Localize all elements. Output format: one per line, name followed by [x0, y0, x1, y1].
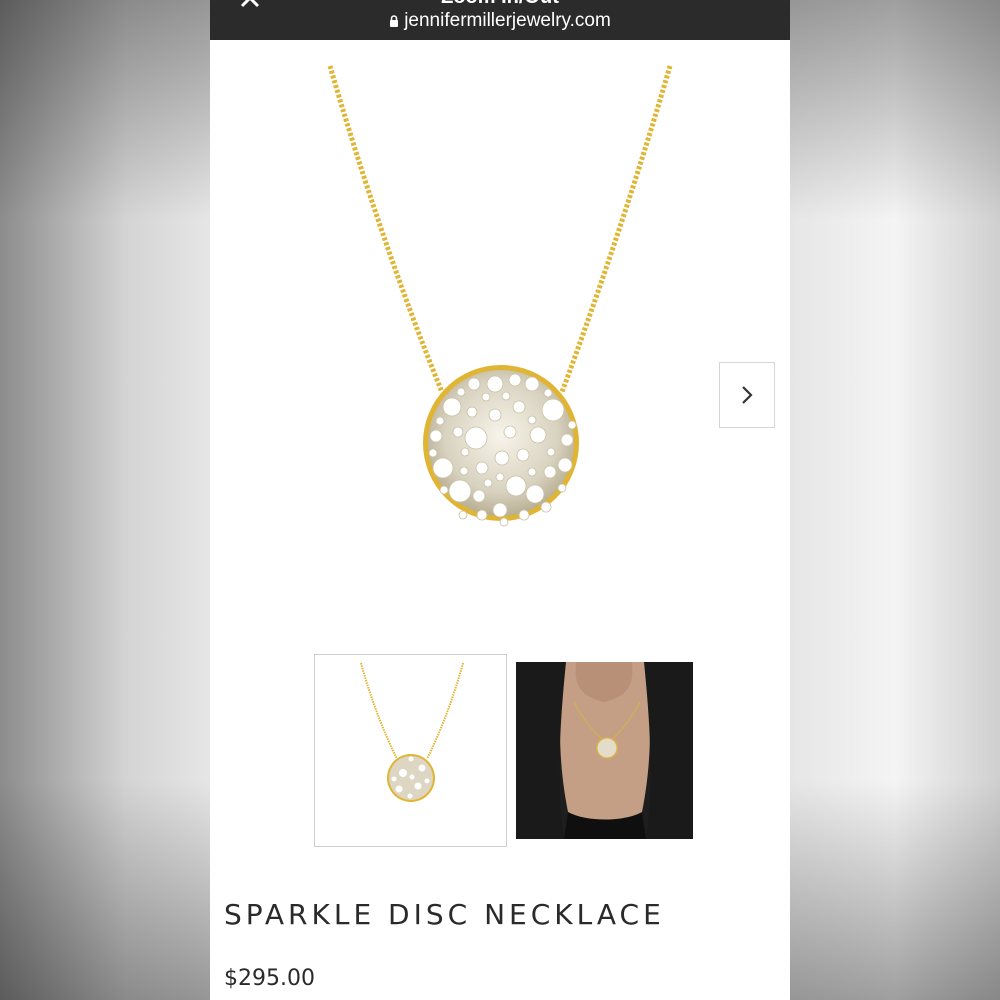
product-main-image[interactable]: [210, 40, 790, 640]
thumbnail-product[interactable]: [314, 654, 507, 847]
url-text: jennifermillerjewelry.com: [404, 10, 611, 31]
chain-right: [559, 65, 673, 393]
pendant-disc: [423, 365, 579, 527]
thumbnail-worn-on-model[interactable]: [516, 662, 693, 839]
phone-screen: Zoom In/Out jennifermillerjewelry.com: [210, 0, 790, 1000]
product-price: $295.00: [224, 966, 315, 991]
background-left: [0, 0, 210, 1000]
browser-top-bar: Zoom In/Out jennifermillerjewelry.com: [210, 0, 790, 40]
chain-left: [327, 65, 445, 393]
model-photo: [516, 662, 693, 839]
product-title: SPARKLE DISC NECKLACE: [224, 898, 665, 931]
page-title: Zoom In/Out: [210, 0, 790, 9]
lock-icon: [390, 15, 399, 27]
background-right: [790, 0, 1000, 1000]
necklace-thumbnail-image: [360, 662, 464, 802]
necklace-image: [327, 65, 673, 527]
address-bar[interactable]: jennifermillerjewelry.com: [210, 10, 790, 32]
next-image-button[interactable]: [719, 362, 775, 428]
chevron-right-icon: [742, 386, 753, 404]
